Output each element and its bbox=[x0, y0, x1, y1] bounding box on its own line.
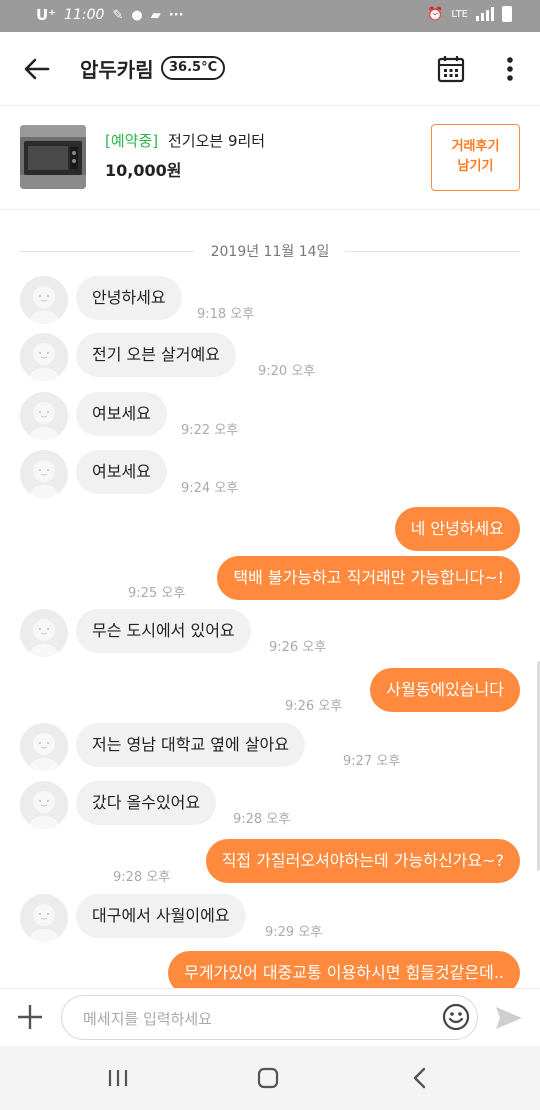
battery-icon bbox=[502, 6, 512, 22]
message-timestamp: 9:26 오후 bbox=[285, 699, 343, 714]
avatar[interactable] bbox=[20, 894, 68, 942]
notification-icon: ✎ bbox=[112, 7, 124, 23]
incoming-message-bubble: 대구에서 사월이에요 bbox=[76, 894, 246, 938]
avatar[interactable] bbox=[20, 781, 68, 829]
default-avatar-icon bbox=[20, 392, 68, 440]
more-vertical-icon[interactable] bbox=[500, 54, 520, 84]
incoming-message-bubble: 여보세요 bbox=[76, 450, 167, 494]
incoming-message-bubble: 무슨 도시에서 있어요 bbox=[76, 609, 251, 653]
message-timestamp: 9:24 오후 bbox=[181, 481, 239, 496]
chat-message-list[interactable]: 2019년 11월 14일 안녕하세요 9:18 오후 전기 오븐 살거예요 9… bbox=[0, 211, 540, 988]
date-divider: 2019년 11월 14일 bbox=[20, 239, 520, 263]
default-avatar-icon bbox=[20, 894, 68, 942]
alarm-icon: ⏰ bbox=[427, 6, 444, 22]
message-timestamp: 9:28 오후 bbox=[233, 812, 291, 827]
outgoing-message-bubble: 무게가있어 대중교통 이용하시면 힘들것같은데.. bbox=[168, 951, 520, 988]
message-composer: 메세지를 입력하세요 bbox=[0, 988, 540, 1046]
message-timestamp: 9:18 오후 bbox=[197, 307, 255, 322]
message-timestamp: 9:25 오후 bbox=[128, 586, 186, 601]
outgoing-message-bubble: 네 안녕하세요 bbox=[394, 507, 520, 551]
default-avatar-icon bbox=[20, 723, 68, 771]
network-label: LTE bbox=[451, 8, 468, 20]
message-input[interactable]: 메세지를 입력하세요 bbox=[61, 995, 478, 1040]
carrier-label: U⁺ bbox=[36, 6, 57, 24]
product-card[interactable]: [예약중] 전기오븐 9리터 10,000원 거래후기 남기기 bbox=[0, 106, 540, 210]
outgoing-message-bubble: 사월동에있습니다 bbox=[370, 668, 520, 712]
incoming-message-bubble: 저는 영남 대학교 옆에 살아요 bbox=[76, 723, 305, 767]
default-avatar-icon bbox=[20, 450, 68, 498]
message-timestamp: 9:28 오후 bbox=[113, 870, 171, 885]
outgoing-message-bubble: 직접 가질러오셔야하는데 가능하신가요~? bbox=[205, 839, 520, 883]
product-title: 전기오븐 9리터 bbox=[168, 132, 266, 150]
back-arrow-icon[interactable] bbox=[20, 52, 54, 86]
message-timestamp: 9:26 오후 bbox=[269, 640, 327, 655]
avatar[interactable] bbox=[20, 333, 68, 381]
home-icon[interactable] bbox=[257, 1067, 279, 1089]
incoming-message-bubble: 여보세요 bbox=[76, 392, 167, 436]
signal-icon bbox=[476, 7, 494, 21]
default-avatar-icon bbox=[20, 276, 68, 324]
avatar[interactable] bbox=[20, 392, 68, 440]
product-price: 10,000원 bbox=[105, 161, 182, 180]
chat-header: 압두카림 36.5°C bbox=[0, 32, 540, 106]
more-notifications-icon: ··· bbox=[168, 7, 184, 23]
avatar[interactable] bbox=[20, 723, 68, 771]
incoming-message-bubble: 안녕하세요 bbox=[76, 276, 182, 320]
avatar[interactable] bbox=[20, 609, 68, 657]
emoji-icon[interactable] bbox=[442, 1003, 470, 1031]
message-timestamp: 9:22 오후 bbox=[181, 423, 239, 438]
incoming-message-bubble: 갔다 올수있어요 bbox=[76, 781, 217, 825]
avatar[interactable] bbox=[20, 276, 68, 324]
calendar-icon[interactable] bbox=[436, 54, 466, 84]
message-timestamp: 9:27 오후 bbox=[343, 754, 401, 769]
talk-icon: ● bbox=[131, 7, 143, 23]
write-review-button[interactable]: 거래후기 남기기 bbox=[431, 124, 520, 191]
message-input-placeholder: 메세지를 입력하세요 bbox=[83, 1010, 212, 1028]
incoming-message-bubble: 전기 오븐 살거예요 bbox=[76, 333, 236, 377]
clock: 11:00 bbox=[64, 7, 105, 23]
page-title: 압두카림 bbox=[80, 58, 154, 82]
system-navigation-bar bbox=[0, 1046, 540, 1110]
product-thumbnail bbox=[20, 125, 86, 189]
plus-icon[interactable] bbox=[16, 1003, 44, 1031]
default-avatar-icon bbox=[20, 333, 68, 381]
send-icon[interactable] bbox=[494, 1003, 524, 1033]
review-button-line-1: 거래후기 bbox=[451, 139, 500, 154]
avatar[interactable] bbox=[20, 450, 68, 498]
default-avatar-icon bbox=[20, 609, 68, 657]
manner-temperature-badge: 36.5°C bbox=[161, 56, 226, 80]
message-timestamp: 9:20 오후 bbox=[258, 364, 316, 379]
message-timestamp: 9:29 오후 bbox=[265, 925, 323, 940]
outgoing-message-bubble: 택배 불가능하고 직거래만 가능합니다~! bbox=[217, 556, 520, 600]
reservation-status-label: [예약중] bbox=[105, 132, 159, 150]
message-icon: ▰ bbox=[150, 7, 161, 23]
status-bar: U⁺ 11:00 ✎ ● ▰ ··· ⏰ LTE bbox=[0, 0, 540, 32]
nav-back-icon[interactable] bbox=[410, 1066, 430, 1090]
default-avatar-icon bbox=[20, 781, 68, 829]
review-button-line-2: 남기기 bbox=[457, 159, 494, 174]
recent-apps-icon[interactable] bbox=[107, 1068, 129, 1088]
